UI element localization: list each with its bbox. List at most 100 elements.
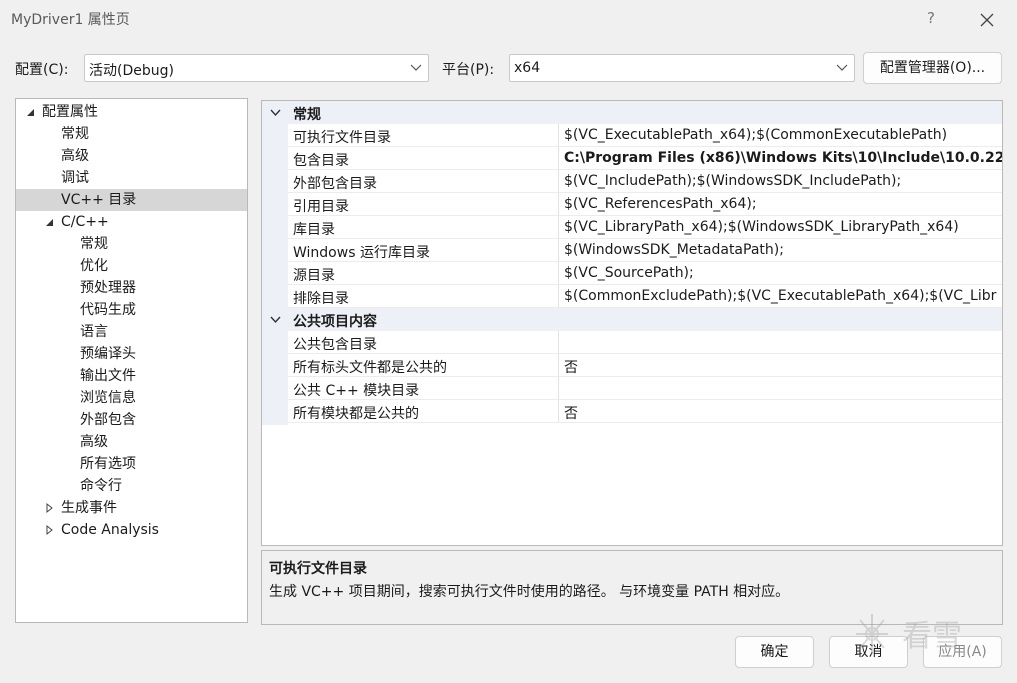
tree-item-label: 命令行 [80, 478, 122, 494]
tree-item[interactable]: VC++ 目录 [16, 189, 247, 211]
close-icon [980, 13, 994, 27]
tree-item[interactable]: 浏览信息 [16, 387, 247, 409]
property-row[interactable]: 公共包含目录 [288, 331, 1002, 354]
tree-item-label: 所有选项 [80, 456, 136, 472]
chevron-down-icon [410, 64, 422, 71]
tree-item[interactable]: 配置属性 [16, 101, 247, 123]
category-header[interactable]: 常规 [262, 101, 1002, 124]
help-button[interactable]: ? [918, 4, 944, 32]
tree-item-label: C/C++ [61, 214, 109, 230]
tree-item[interactable]: 调试 [16, 167, 247, 189]
tree-item[interactable]: C/C++ [16, 211, 247, 233]
property-row[interactable]: 可执行文件目录 $(VC_ExecutablePath_x64);$(Common… [288, 124, 1002, 147]
collapse-chevron-icon[interactable] [270, 107, 281, 118]
ok-button[interactable]: 确定 [735, 636, 814, 668]
tree-item[interactable]: 优化 [16, 255, 247, 277]
tree-item[interactable]: 命令行 [16, 475, 247, 497]
expanded-triangle-icon[interactable] [43, 211, 57, 233]
tree-item[interactable]: 所有选项 [16, 453, 247, 475]
tree-item-label: 高级 [61, 148, 89, 164]
property-row[interactable]: 库目录 $(VC_LibraryPath_x64);$(WindowsSDK_Li… [288, 216, 1002, 239]
property-value[interactable]: $(VC_LibraryPath_x64);$(WindowsSDK_Libra… [564, 219, 959, 235]
property-value[interactable]: $(VC_ReferencesPath_x64); [564, 196, 757, 212]
tree-item[interactable]: 常规 [16, 233, 247, 255]
property-name: 所有标头文件都是公共的 [293, 360, 447, 376]
property-name: 公共包含目录 [293, 337, 377, 353]
tree-item[interactable]: 代码生成 [16, 299, 247, 321]
config-manager-button[interactable]: 配置管理器(O)... [863, 52, 1002, 84]
tree-item[interactable]: 语言 [16, 321, 247, 343]
tree-item[interactable]: 预编译头 [16, 343, 247, 365]
property-value[interactable]: C:\Program Files (x86)\Windows Kits\10\I… [564, 150, 1002, 166]
description-title: 可执行文件目录 [269, 561, 367, 577]
tree-item[interactable]: Code Analysis [16, 519, 247, 541]
property-value[interactable]: $(WindowsSDK_MetadataPath); [564, 242, 784, 258]
tree-item-label: 高级 [80, 434, 108, 450]
property-row[interactable]: 源目录 $(VC_SourcePath); [288, 262, 1002, 285]
property-row[interactable]: 引用目录 $(VC_ReferencesPath_x64); [288, 193, 1002, 216]
column-divider [558, 400, 559, 422]
tree-item-label: 语言 [80, 324, 108, 340]
config-dropdown-value: 活动(Debug) [89, 63, 174, 79]
property-tree[interactable]: 配置属性 常规 高级 调试 VC++ 目录 C/C++ 常规 优化 预处理器 代码生成 语言 预编译头… [15, 98, 248, 623]
tree-item-label: 配置属性 [42, 104, 98, 120]
column-divider [558, 377, 559, 399]
tree-item-label: 外部包含 [80, 412, 136, 428]
collapsed-triangle-icon[interactable] [43, 497, 57, 519]
collapsed-triangle-icon[interactable] [43, 519, 57, 541]
column-divider [558, 239, 559, 261]
column-divider [558, 193, 559, 215]
tree-item-label: 常规 [61, 126, 89, 142]
property-name: 外部包含目录 [293, 176, 377, 192]
property-value[interactable]: $(VC_IncludePath);$(WindowsSDK_IncludePa… [564, 173, 901, 189]
tree-item[interactable]: 高级 [16, 145, 247, 167]
property-value[interactable]: $(CommonExcludePath);$(VC_ExecutablePath… [564, 288, 996, 304]
category-title: 常规 [293, 107, 321, 123]
expanded-triangle-icon[interactable] [24, 101, 38, 123]
tree-item-label: 输出文件 [80, 368, 136, 384]
property-row[interactable]: 所有标头文件都是公共的 否 [288, 354, 1002, 377]
tree-item[interactable]: 高级 [16, 431, 247, 453]
property-name: 包含目录 [293, 153, 349, 169]
property-name: 源目录 [293, 268, 335, 284]
property-value[interactable]: 否 [564, 357, 578, 377]
property-row[interactable]: 排除目录 $(CommonExcludePath);$(VC_Executable… [288, 285, 1002, 308]
platform-label: 平台(P): [442, 62, 495, 78]
tree-item[interactable]: 生成事件 [16, 497, 247, 519]
tree-item-label: 优化 [80, 258, 108, 274]
column-divider [558, 331, 559, 353]
tree-item-label: 代码生成 [80, 302, 136, 318]
platform-dropdown[interactable]: x64 [509, 54, 855, 82]
property-row[interactable]: 所有模块都是公共的 否 [288, 400, 1002, 423]
tree-item[interactable]: 外部包含 [16, 409, 247, 431]
property-name: 库目录 [293, 222, 335, 238]
property-grid[interactable]: 常规可执行文件目录 $(VC_ExecutablePath_x64);$(Comm… [261, 100, 1003, 546]
column-divider [558, 147, 559, 169]
column-divider [558, 354, 559, 376]
category-title: 公共项目内容 [293, 314, 377, 330]
tree-item[interactable]: 预处理器 [16, 277, 247, 299]
category-header[interactable]: 公共项目内容 [262, 308, 1002, 331]
close-button[interactable] [973, 6, 1001, 34]
chevron-down-icon [836, 64, 848, 71]
config-dropdown[interactable]: 活动(Debug) [84, 54, 429, 82]
column-divider [558, 170, 559, 192]
property-row[interactable]: 包含目录 C:\Program Files (x86)\Windows Kits\… [288, 147, 1002, 170]
property-name: 排除目录 [293, 291, 349, 307]
property-name: 可执行文件目录 [293, 130, 391, 146]
tree-item[interactable]: 输出文件 [16, 365, 247, 387]
property-value[interactable]: $(VC_ExecutablePath_x64);$(CommonExecuta… [564, 127, 947, 143]
tree-item-label: 浏览信息 [80, 390, 136, 406]
tree-item-label: 调试 [61, 170, 89, 186]
property-row[interactable]: 公共 C++ 模块目录 [288, 377, 1002, 400]
property-row[interactable]: 外部包含目录 $(VC_IncludePath);$(WindowsSDK_Inc… [288, 170, 1002, 193]
property-row[interactable]: Windows 运行库目录 $(WindowsSDK_MetadataPath); [288, 239, 1002, 262]
property-value[interactable]: 否 [564, 403, 578, 423]
property-value[interactable]: $(VC_SourcePath); [564, 265, 694, 281]
tree-item[interactable]: 常规 [16, 123, 247, 145]
tree-item-label: 预处理器 [80, 280, 136, 296]
collapse-chevron-icon[interactable] [270, 314, 281, 325]
config-label: 配置(C): [15, 62, 69, 78]
window-title: MyDriver1 属性页 [11, 12, 130, 28]
title-bar: MyDriver1 属性页 ? [0, 0, 1017, 38]
